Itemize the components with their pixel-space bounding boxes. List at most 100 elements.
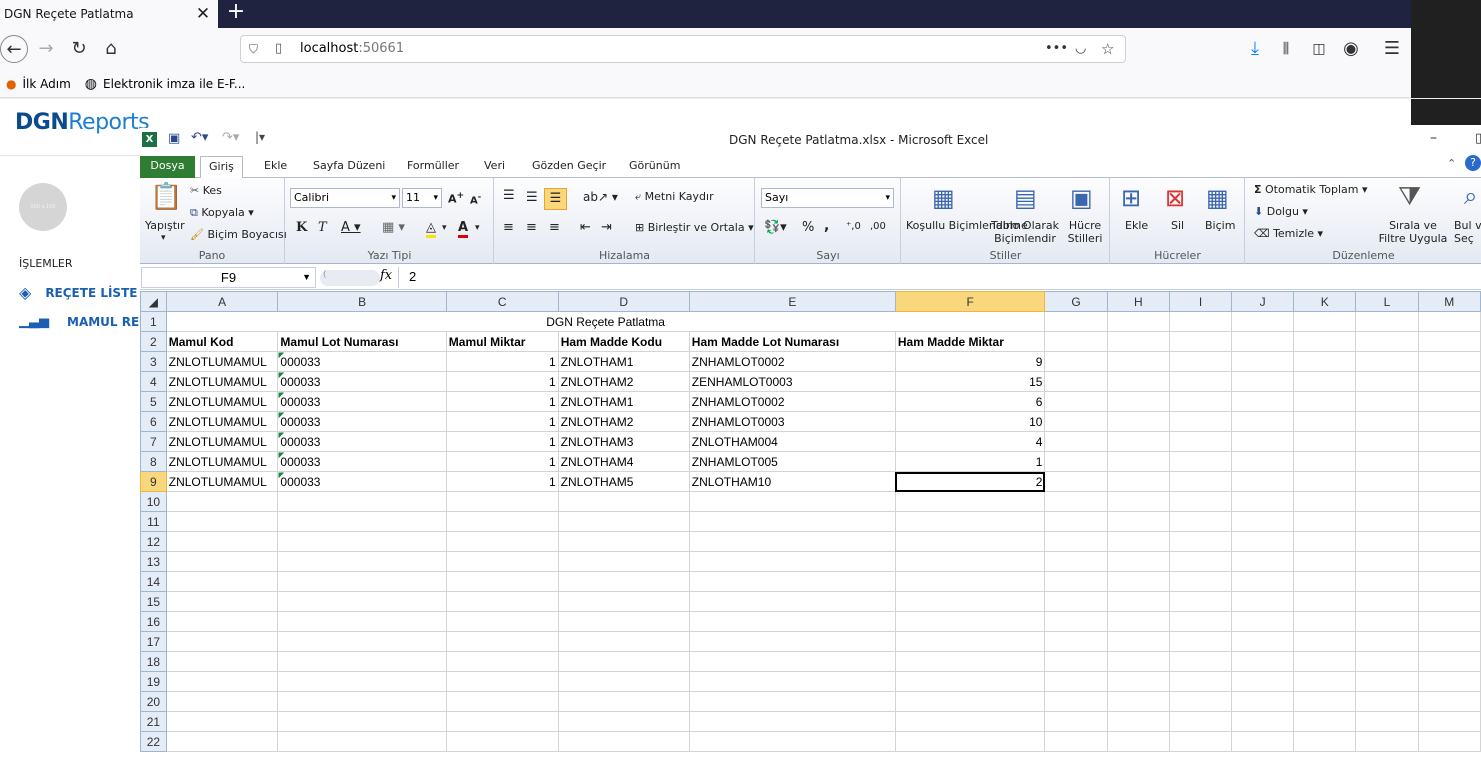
sidebar-icon[interactable]: ◫ [1305, 35, 1333, 63]
cell[interactable] [1231, 711, 1295, 732]
cell[interactable] [1168, 531, 1233, 552]
tab-dosya[interactable]: Dosya [140, 156, 195, 178]
cell[interactable] [277, 531, 447, 552]
tab-gozden-gecir[interactable]: Gözden Geçir [524, 156, 614, 178]
shrink-font-icon[interactable]: A- [470, 191, 481, 206]
cell[interactable] [1417, 371, 1481, 392]
fx-icon[interactable]: fx [380, 268, 392, 283]
tab-formuller[interactable]: Formüller [399, 156, 467, 178]
cell[interactable] [277, 731, 447, 752]
cell[interactable] [688, 731, 896, 752]
cell[interactable] [894, 691, 1046, 712]
cell[interactable]: ZNLOTHAM3 [557, 431, 690, 452]
border-icon[interactable]: ▦ ▾ [382, 220, 405, 235]
cell[interactable] [1106, 551, 1170, 572]
cell[interactable] [1355, 391, 1419, 412]
cell[interactable] [1231, 511, 1295, 532]
cell[interactable] [1417, 611, 1481, 632]
cell[interactable]: ZNLOTLUMAMUL [165, 471, 279, 492]
column-title-cell[interactable]: Ham Madde Lot Numarası [688, 331, 896, 352]
cell[interactable] [165, 591, 279, 612]
cell[interactable] [1293, 611, 1357, 632]
redo-icon[interactable]: ↷▾ [222, 130, 239, 145]
row-header[interactable]: 18 [140, 651, 167, 672]
font-size-select[interactable]: 11 ▾ [402, 188, 442, 208]
cell[interactable] [557, 631, 690, 652]
decrease-decimal-icon[interactable]: ,00 [870, 221, 886, 232]
cell[interactable] [445, 631, 559, 652]
cell[interactable] [445, 591, 559, 612]
select-all-corner[interactable]: ◢ [140, 291, 167, 312]
cell[interactable] [1106, 431, 1170, 452]
cell[interactable] [688, 651, 896, 672]
cell[interactable] [1044, 491, 1108, 512]
column-header-c[interactable]: C [445, 291, 559, 312]
cell[interactable] [1231, 371, 1295, 392]
cell[interactable] [557, 651, 690, 672]
cell[interactable] [1106, 571, 1170, 592]
cell[interactable] [1231, 491, 1295, 512]
cell[interactable]: ZNLOTHAM1 [557, 351, 690, 372]
cell[interactable] [1044, 611, 1108, 632]
column-title-cell[interactable] [1293, 331, 1357, 352]
cell[interactable] [1355, 711, 1419, 732]
cell[interactable] [1293, 711, 1357, 732]
library-icon[interactable]: ⫼ [1272, 35, 1300, 63]
cell[interactable] [1417, 531, 1481, 552]
cell[interactable] [1417, 351, 1481, 372]
cell[interactable] [688, 631, 896, 652]
cell[interactable] [1106, 711, 1170, 732]
cell[interactable] [1417, 511, 1481, 532]
cell[interactable] [1293, 451, 1357, 472]
cell[interactable]: 000033 [277, 411, 447, 432]
column-header-a[interactable]: A [165, 291, 279, 312]
cell[interactable] [1168, 391, 1233, 412]
cell[interactable] [1293, 491, 1357, 512]
sort-filter-button[interactable]: Sırala ve Filtre Uygula [1374, 219, 1452, 245]
collapse-ribbon-icon[interactable]: ⌃ [1447, 157, 1456, 170]
cell[interactable]: 1 [445, 411, 559, 432]
row-header[interactable]: 9 [140, 471, 167, 492]
cell[interactable] [1417, 591, 1481, 612]
cell[interactable] [1417, 631, 1481, 652]
row-header[interactable]: 6 [140, 411, 167, 432]
cell[interactable] [1417, 711, 1481, 732]
cell[interactable] [1106, 651, 1170, 672]
cell[interactable] [277, 671, 447, 692]
row-header[interactable]: 21 [140, 711, 167, 732]
fill-color-icon[interactable]: ◬ [426, 220, 436, 238]
column-title-cell[interactable] [1168, 331, 1233, 352]
cell-styles-button[interactable]: Hücre Stilleri [1062, 219, 1108, 245]
cell[interactable] [557, 671, 690, 692]
cell[interactable] [1106, 731, 1170, 752]
cell[interactable] [1044, 451, 1108, 472]
cell[interactable] [277, 651, 447, 672]
cell[interactable]: 000033 [277, 351, 447, 372]
cell[interactable] [445, 691, 559, 712]
align-middle-icon[interactable]: ☰ [526, 190, 538, 205]
cell[interactable]: ZNLOTHAM1 [557, 391, 690, 412]
sheet-title-cell[interactable]: DGN Reçete Patlatma [165, 311, 1046, 332]
cell[interactable] [165, 551, 279, 572]
cell[interactable] [1168, 511, 1233, 532]
cell[interactable] [1044, 471, 1108, 492]
quick-access-menu-icon[interactable]: |▾ [255, 130, 265, 144]
account-icon[interactable]: ◉ [1337, 35, 1365, 63]
cell[interactable] [1355, 611, 1419, 632]
cell[interactable]: 15 [894, 371, 1046, 392]
italic-icon[interactable]: T [318, 220, 327, 235]
cell[interactable]: 1 [894, 451, 1046, 472]
cell[interactable] [277, 491, 447, 512]
cell[interactable] [165, 571, 279, 592]
cell[interactable] [1168, 731, 1233, 752]
cell[interactable] [894, 651, 1046, 672]
undo-icon[interactable]: ↶▾ [191, 130, 208, 145]
tab-gorunum[interactable]: Görünüm [621, 156, 688, 178]
align-bottom-icon[interactable]: ☰ [544, 188, 567, 210]
cell[interactable] [1168, 651, 1233, 672]
sidebar-item-recete-liste[interactable]: ◈ REÇETE LİSTE [19, 283, 137, 302]
cell[interactable] [277, 631, 447, 652]
cell[interactable] [445, 611, 559, 632]
format-as-table-button[interactable]: Tablo Olarak Biçimlendir [988, 219, 1062, 245]
cell[interactable]: 6 [894, 391, 1046, 412]
